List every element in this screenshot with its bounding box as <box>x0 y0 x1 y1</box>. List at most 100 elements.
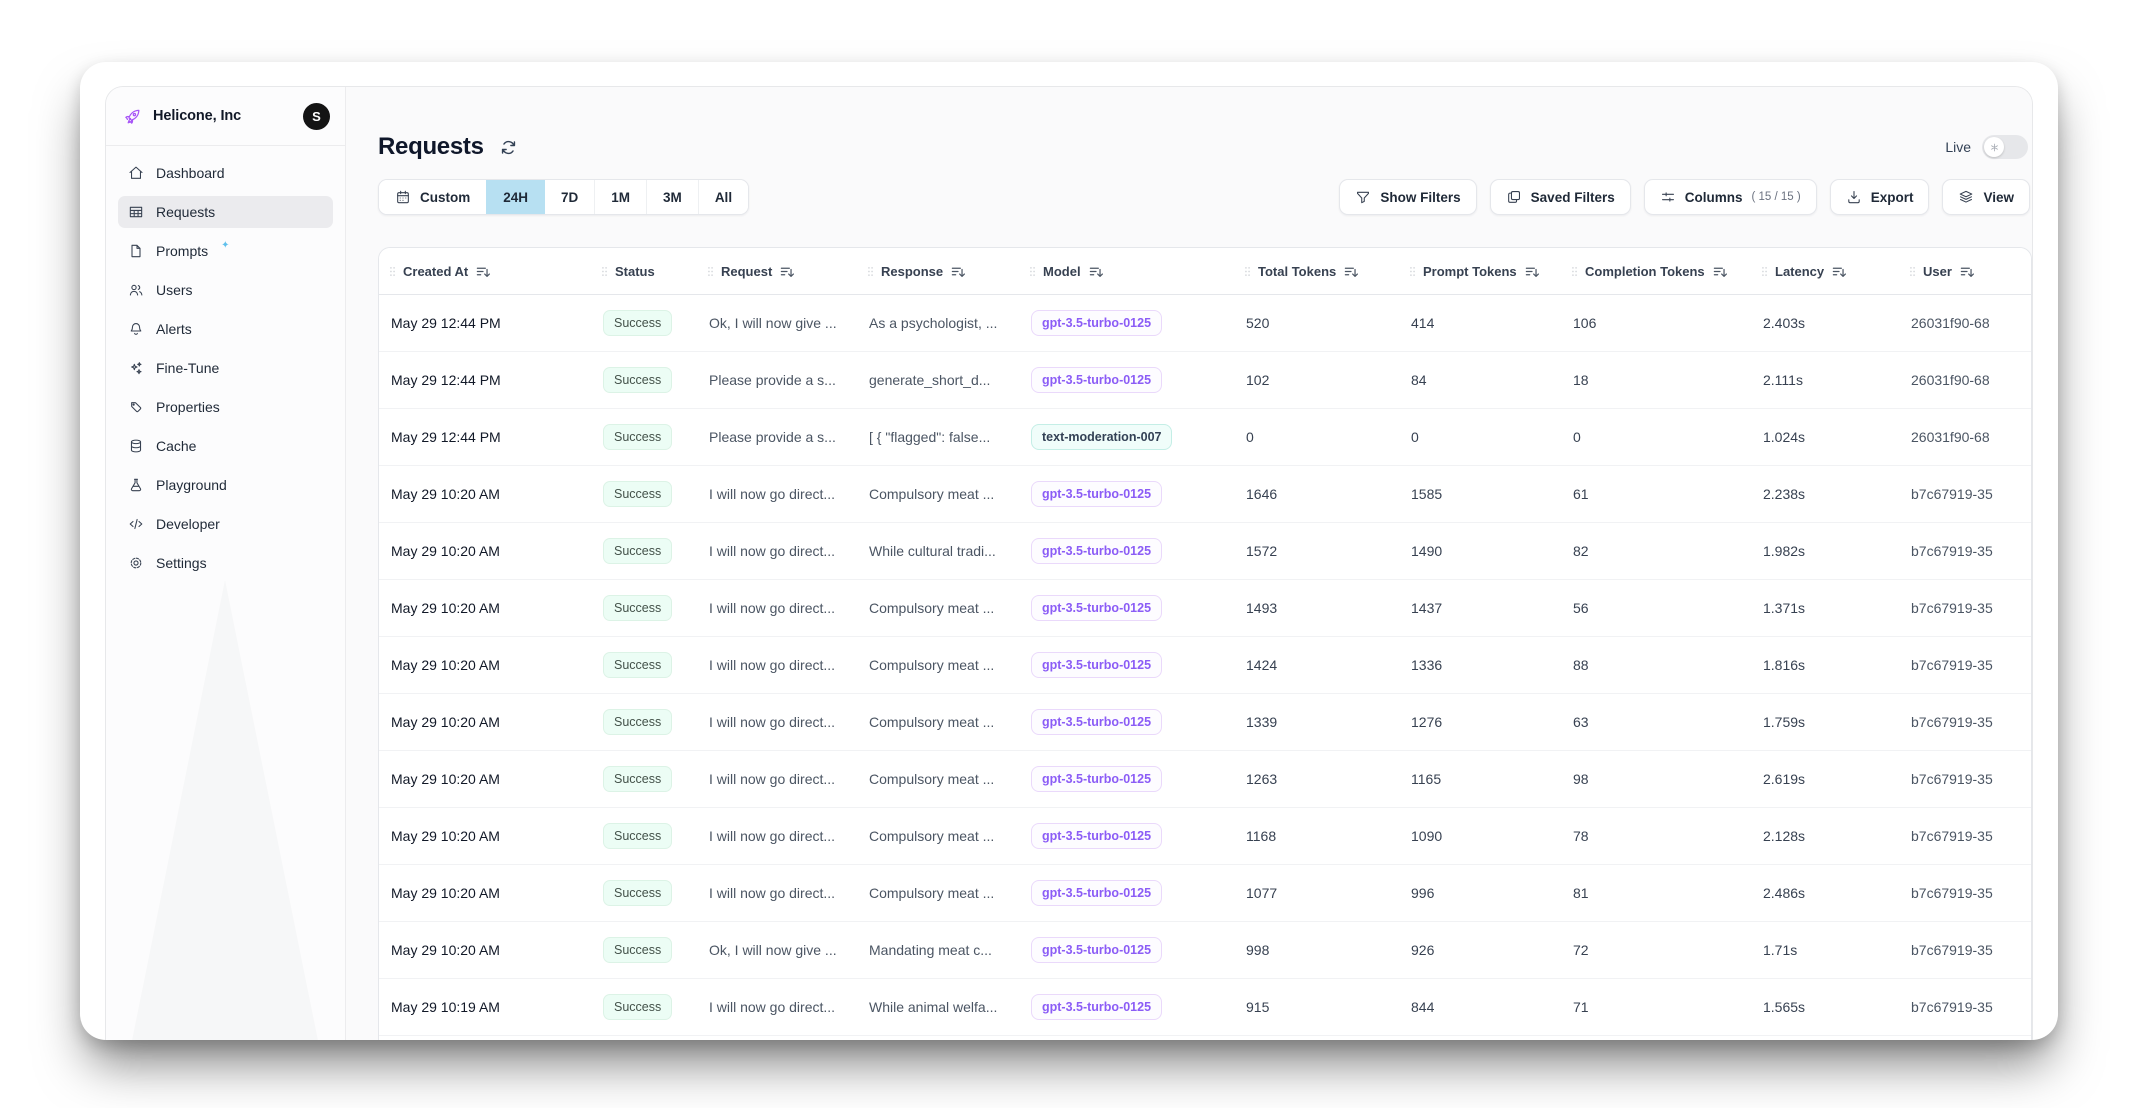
time-range-7d-button[interactable]: 7D <box>544 180 594 214</box>
sliders-icon <box>1660 189 1676 205</box>
column-header-latency[interactable]: Latency <box>1751 264 1899 279</box>
drag-handle-icon[interactable] <box>1029 265 1036 278</box>
new-feature-badge: ✦ <box>221 240 229 251</box>
drag-handle-icon[interactable] <box>601 265 608 278</box>
table-row[interactable]: May 29 10:20 AM Success I will now go di… <box>379 751 2031 808</box>
sidebar-item-dashboard[interactable]: Dashboard <box>118 157 333 189</box>
sidebar-item-developer[interactable]: Developer <box>118 508 333 540</box>
cell-latency: 1.565s <box>1751 999 1899 1015</box>
drag-handle-icon[interactable] <box>867 265 874 278</box>
sidebar-item-cache[interactable]: Cache <box>118 430 333 462</box>
cell-total-tokens: 1646 <box>1234 486 1399 502</box>
status-badge: Success <box>603 823 672 849</box>
cell-model: gpt-3.5-turbo-0125 <box>1019 595 1234 621</box>
asterisk-icon <box>1989 142 2000 153</box>
sort-icon[interactable] <box>1712 264 1728 279</box>
time-range-3m-button[interactable]: 3M <box>646 180 698 214</box>
sort-icon[interactable] <box>1959 264 1975 279</box>
sidebar-item-fine-tune[interactable]: Fine-Tune <box>118 352 333 384</box>
column-header-user[interactable]: User <box>1899 264 2031 279</box>
sort-icon[interactable] <box>1524 264 1540 279</box>
saved-filters-button[interactable]: Saved Filters <box>1490 179 1631 215</box>
avatar[interactable]: S <box>303 103 330 130</box>
column-header-request[interactable]: Request <box>697 264 857 279</box>
table-row[interactable]: May 29 10:20 AM Success I will now go di… <box>379 808 2031 865</box>
org-header[interactable]: Helicone, Inc S <box>106 87 345 145</box>
refresh-button[interactable] <box>499 138 518 157</box>
sort-icon[interactable] <box>1343 264 1359 279</box>
sort-icon[interactable] <box>475 264 491 279</box>
column-header-created-at[interactable]: Created At <box>379 264 591 279</box>
sidebar-item-settings[interactable]: Settings <box>118 547 333 579</box>
model-badge: gpt-3.5-turbo-0125 <box>1031 367 1162 393</box>
drag-handle-icon[interactable] <box>1761 265 1768 278</box>
time-range-custom-button[interactable]: Custom <box>379 180 486 214</box>
table-row[interactable]: May 29 10:20 AM Success I will now go di… <box>379 694 2031 751</box>
table-row[interactable]: May 29 10:20 AM Success I will now go di… <box>379 580 2031 637</box>
cell-model: gpt-3.5-turbo-0125 <box>1019 880 1234 906</box>
sidebar-item-label: Prompts <box>156 243 208 259</box>
cell-status: Success <box>591 367 697 393</box>
table-row[interactable]: May 29 10:20 AM Success I will now go di… <box>379 637 2031 694</box>
sidebar-item-properties[interactable]: Properties <box>118 391 333 423</box>
drag-handle-icon[interactable] <box>389 265 396 278</box>
cell-response: While animal welfa... <box>857 999 1019 1015</box>
drag-handle-icon[interactable] <box>1571 265 1578 278</box>
time-range-all-button[interactable]: All <box>698 180 748 214</box>
sort-icon[interactable] <box>1088 264 1104 279</box>
table-row[interactable]: May 29 10:20 AM Success I will now go di… <box>379 466 2031 523</box>
drag-handle-icon[interactable] <box>1909 265 1916 278</box>
export-button[interactable]: Export <box>1830 179 1930 215</box>
home-icon <box>127 165 144 181</box>
cell-created-at: May 29 10:20 AM <box>379 486 591 502</box>
cell-total-tokens: 102 <box>1234 372 1399 388</box>
sidebar-item-playground[interactable]: Playground <box>118 469 333 501</box>
model-badge: gpt-3.5-turbo-0125 <box>1031 595 1162 621</box>
columns-button[interactable]: Columns ( 15 / 15 ) <box>1644 179 1817 215</box>
toolbar-actions: Show Filters Saved Filters Columns ( 15 … <box>1339 179 2030 215</box>
sort-icon[interactable] <box>950 264 966 279</box>
show-filters-button[interactable]: Show Filters <box>1339 179 1476 215</box>
column-header-total-tokens[interactable]: Total Tokens <box>1234 264 1399 279</box>
cell-completion-tokens: 106 <box>1561 315 1751 331</box>
view-button[interactable]: View <box>1942 179 2030 215</box>
table-row[interactable]: May 29 12:44 PM Success Ok, I will now g… <box>379 295 2031 352</box>
cell-request: I will now go direct... <box>697 771 857 787</box>
table-row[interactable]: May 29 10:19 AM Success I will now go di… <box>379 979 2031 1036</box>
cell-completion-tokens: 98 <box>1561 771 1751 787</box>
column-header-prompt-tokens[interactable]: Prompt Tokens <box>1399 264 1561 279</box>
cell-model: gpt-3.5-turbo-0125 <box>1019 481 1234 507</box>
sidebar-item-requests[interactable]: Requests <box>118 196 333 228</box>
sidebar-item-prompts[interactable]: Prompts ✦ <box>118 235 333 267</box>
table-row[interactable]: May 29 10:20 AM Success I will now go di… <box>379 523 2031 580</box>
column-header-completion-tokens[interactable]: Completion Tokens <box>1561 264 1751 279</box>
time-range-24h-button[interactable]: 24H <box>486 180 544 214</box>
copy-icon <box>1506 189 1522 205</box>
cell-latency: 1.371s <box>1751 600 1899 616</box>
cell-total-tokens: 998 <box>1234 942 1399 958</box>
table-row[interactable]: May 29 12:44 PM Success Please provide a… <box>379 409 2031 466</box>
sidebar-item-users[interactable]: Users <box>118 274 333 306</box>
sort-icon[interactable] <box>779 264 795 279</box>
drag-handle-icon[interactable] <box>707 265 714 278</box>
cell-response: Compulsory meat ... <box>857 885 1019 901</box>
time-range-1m-button[interactable]: 1M <box>594 180 646 214</box>
layers-icon <box>1958 189 1974 205</box>
table-row[interactable]: May 29 10:20 AM Success I will now go di… <box>379 865 2031 922</box>
table-row[interactable]: May 29 10:20 AM Success Ok, I will now g… <box>379 922 2031 979</box>
column-header-status[interactable]: Status <box>591 264 697 279</box>
cell-created-at: May 29 12:44 PM <box>379 429 591 445</box>
column-header-response[interactable]: Response <box>857 264 1019 279</box>
sidebar-item-alerts[interactable]: Alerts <box>118 313 333 345</box>
table-row[interactable]: May 29 12:44 PM Success Please provide a… <box>379 352 2031 409</box>
cell-prompt-tokens: 414 <box>1399 315 1561 331</box>
sort-icon[interactable] <box>1831 264 1847 279</box>
column-header-model[interactable]: Model <box>1019 264 1234 279</box>
cell-prompt-tokens: 1276 <box>1399 714 1561 730</box>
cell-response: Compulsory meat ... <box>857 657 1019 673</box>
cell-prompt-tokens: 0 <box>1399 429 1561 445</box>
drag-handle-icon[interactable] <box>1244 265 1251 278</box>
drag-handle-icon[interactable] <box>1409 265 1416 278</box>
live-toggle[interactable] <box>1982 135 2028 159</box>
cell-created-at: May 29 10:20 AM <box>379 714 591 730</box>
